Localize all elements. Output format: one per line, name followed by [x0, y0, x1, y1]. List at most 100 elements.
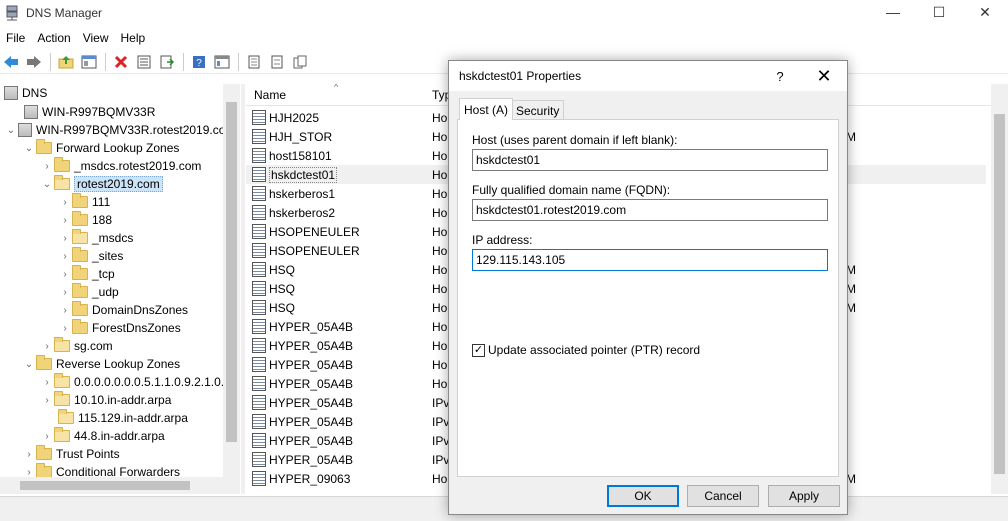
tree-item-label: DomainDnsZones — [92, 303, 189, 317]
tree-item-label: Forward Lookup Zones — [56, 141, 180, 155]
host-input[interactable] — [472, 149, 828, 171]
new-record-icon[interactable] — [266, 51, 288, 73]
host-record-icon — [252, 224, 266, 239]
tree-item-udp[interactable]: › _udp — [58, 283, 119, 301]
chevron-right-icon[interactable]: › — [58, 267, 72, 281]
record-name: hskerberos1 — [269, 186, 336, 201]
folder-icon — [72, 319, 88, 334]
copy-records-icon[interactable] — [289, 51, 311, 73]
tree-item-label: WIN-R997BQMV33R.rotest2019.com — [36, 123, 236, 137]
tree-item-dns[interactable]: DNS — [4, 84, 47, 102]
fqdn-input[interactable] — [472, 199, 828, 221]
list-vertical-scrollbar[interactable] — [991, 84, 1008, 494]
tree-item-trust-points[interactable]: › Trust Points — [22, 445, 120, 463]
chevron-right-icon[interactable]: › — [58, 195, 72, 209]
menu-file[interactable]: File — [0, 31, 31, 45]
close-button[interactable]: ✕ — [962, 0, 1008, 24]
record-type: Ho — [432, 205, 448, 220]
tab-security[interactable]: Security — [511, 100, 565, 120]
scroll-thumb[interactable] — [226, 102, 237, 442]
menu-view[interactable]: View — [77, 31, 115, 45]
apply-button[interactable]: Apply — [768, 485, 840, 507]
chevron-right-icon[interactable]: › — [40, 375, 54, 389]
tree-item-sites[interactable]: › _sites — [58, 247, 123, 265]
tree-item-111[interactable]: › 111 — [58, 193, 110, 211]
chevron-down-icon[interactable]: ⌄ — [40, 177, 54, 191]
record-type: Ho — [432, 110, 448, 125]
menu-action[interactable]: Action — [31, 31, 76, 45]
ptr-checkbox-row[interactable]: ✓ Update associated pointer (PTR) record — [472, 343, 700, 357]
tree-item-tcp[interactable]: › _tcp — [58, 265, 115, 283]
tab-host-a[interactable]: Host (A) — [459, 98, 514, 120]
host-record-icon — [252, 281, 266, 296]
tree-item-ip6-arpa[interactable]: › 0.0.0.0.0.0.0.5.1.1.0.9.2.1.0.2.ip6.ar… — [40, 373, 240, 391]
tree-item-115-129-arpa[interactable]: 115.129.in-addr.arpa — [58, 409, 188, 427]
forward-arrow-icon[interactable] — [23, 51, 45, 73]
record-type: IPv — [432, 452, 450, 467]
menu-help[interactable]: Help — [115, 31, 152, 45]
dialog-close-button[interactable]: ✕ — [809, 65, 839, 87]
scroll-thumb[interactable] — [20, 481, 190, 490]
tree-item-server-fqdn[interactable]: ⌄ WIN-R997BQMV33R.rotest2019.com — [4, 121, 235, 139]
folder-icon — [36, 445, 52, 460]
dialog-title-bar: hskdctest01 Properties ? ✕ — [449, 61, 847, 91]
tree-item-188[interactable]: › 188 — [58, 211, 112, 229]
record-list-icon[interactable] — [243, 51, 265, 73]
tree-vertical-scrollbar[interactable] — [223, 84, 240, 479]
minimize-button[interactable]: — — [870, 0, 916, 24]
chevron-right-icon[interactable]: › — [58, 213, 72, 227]
chevron-right-icon[interactable]: › — [40, 339, 54, 353]
chevron-right-icon[interactable]: › — [58, 249, 72, 263]
host-record-icon — [252, 186, 266, 201]
back-arrow-icon[interactable] — [0, 51, 22, 73]
tree-item-44-8-arpa[interactable]: › 44.8.in-addr.arpa — [40, 427, 165, 445]
chevron-right-icon[interactable]: › — [58, 231, 72, 245]
tree-item-server[interactable]: WIN-R997BQMV33R — [24, 103, 155, 121]
chevron-right-icon[interactable]: › — [40, 393, 54, 407]
tree-item-reverse-lookup-zones[interactable]: ⌄ Reverse Lookup Zones — [22, 355, 180, 373]
chevron-down-icon[interactable]: ⌄ — [4, 123, 18, 137]
record-name: HYPER_05A4B — [269, 414, 354, 429]
help-icon[interactable]: ? — [188, 51, 210, 73]
tree-item-msdcs[interactable]: › _msdcs — [58, 229, 133, 247]
tree-item-label: ForestDnsZones — [92, 321, 181, 335]
dialog-help-button[interactable]: ? — [765, 65, 795, 87]
tree-item-rotest2019-zone[interactable]: ⌄ rotest2019.com — [40, 175, 163, 193]
tree-item-msdcs-zone[interactable]: › _msdcs.rotest2019.com — [40, 157, 201, 175]
chevron-right-icon[interactable]: › — [40, 429, 54, 443]
chevron-right-icon[interactable]: › — [40, 159, 54, 173]
column-header-name[interactable]: Name — [254, 88, 286, 102]
record-type: IPv — [432, 395, 450, 410]
tree-item-forestdnszones[interactable]: › ForestDnsZones — [58, 319, 181, 337]
host-field-label: Host (uses parent domain if left blank): — [472, 133, 678, 147]
cancel-button[interactable]: Cancel — [687, 485, 759, 507]
pane-splitter[interactable] — [241, 84, 245, 494]
tree-horizontal-scrollbar[interactable] — [0, 477, 240, 494]
chevron-right-icon[interactable]: › — [58, 285, 72, 299]
show-hide-tree-icon[interactable] — [78, 51, 100, 73]
zone-icon — [54, 157, 70, 172]
chevron-right-icon[interactable]: › — [22, 447, 36, 461]
export-list-icon[interactable] — [156, 51, 178, 73]
ok-button[interactable]: OK — [607, 485, 679, 507]
chevron-down-icon[interactable]: ⌄ — [22, 357, 36, 371]
ptr-checkbox[interactable]: ✓ — [472, 343, 485, 357]
tree-item-domaindnszones[interactable]: › DomainDnsZones — [58, 301, 188, 319]
tree-item-10-10-arpa[interactable]: › 10.10.in-addr.arpa — [40, 391, 171, 409]
console-icon[interactable] — [211, 51, 233, 73]
chevron-down-icon[interactable]: ⌄ — [22, 141, 36, 155]
chevron-right-icon[interactable]: › — [58, 321, 72, 335]
chevron-right-icon[interactable]: › — [58, 303, 72, 317]
scroll-thumb[interactable] — [994, 114, 1005, 474]
ip-address-input[interactable] — [472, 249, 828, 271]
maximize-button[interactable]: ☐ — [916, 0, 962, 24]
record-name: HSQ — [269, 281, 296, 296]
tree-item-label: WIN-R997BQMV33R — [42, 105, 156, 119]
toolbar-separator — [238, 52, 239, 71]
zone-icon — [54, 175, 70, 190]
tree-item-forward-lookup-zones[interactable]: ⌄ Forward Lookup Zones — [22, 139, 179, 157]
up-folder-icon[interactable] — [55, 51, 77, 73]
delete-icon[interactable] — [110, 51, 132, 73]
properties-icon[interactable] — [133, 51, 155, 73]
tree-item-sg-com[interactable]: › sg.com — [40, 337, 113, 355]
